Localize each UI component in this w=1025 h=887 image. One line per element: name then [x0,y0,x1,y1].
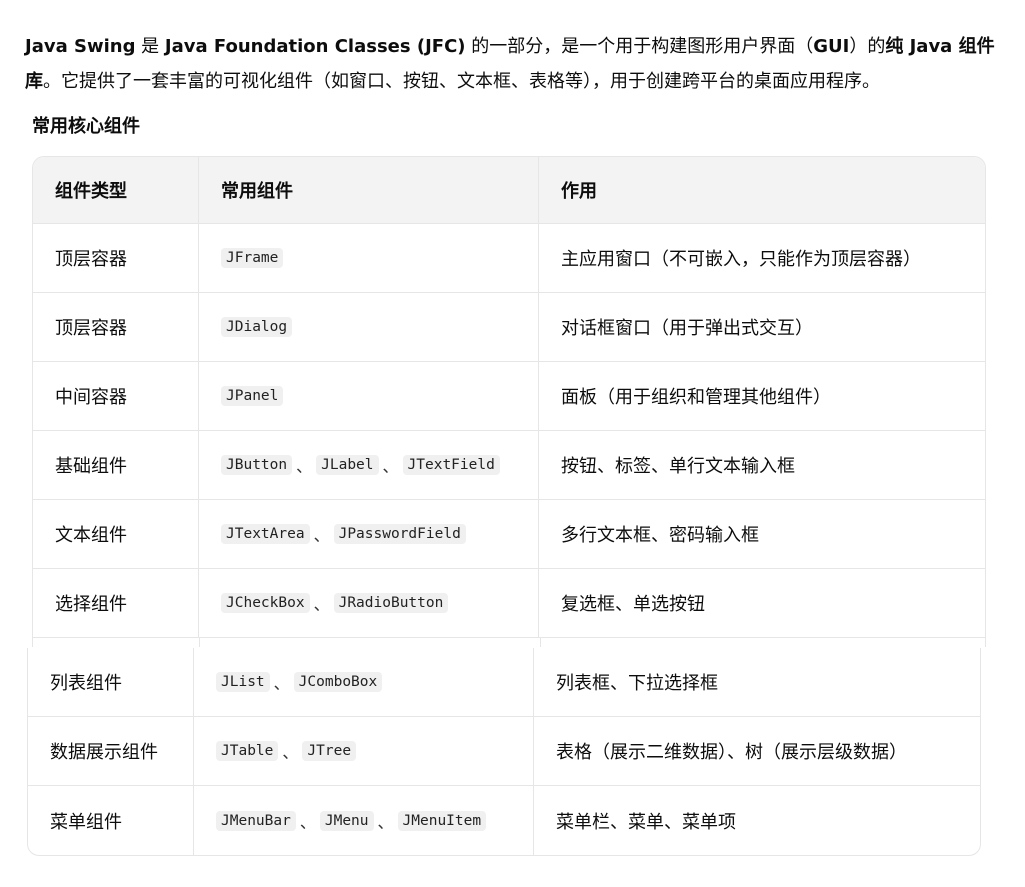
cell-purpose: 列表框、下拉选择框 [556,673,718,694]
section-title: 常用核心组件 [32,116,140,137]
cell-purpose: 多行文本框、密码输入框 [561,525,759,546]
cell-components: JTextArea、 JPasswordField [199,500,539,568]
partial-cell [33,638,200,647]
intro-text-4: 。它提供了一套丰富的可视化组件（如窗口、按钮、文本框、表格等），用于创建跨平台的… [43,71,880,92]
component-code: JTextArea [221,524,310,544]
component-code: JLabel [316,455,379,475]
cell-type: 顶层容器 [33,293,199,361]
table-row: 菜单组件 JMenuBar、 JMenu、 JMenuItem 菜单栏、菜单、菜单项 [28,786,980,855]
header-type: 组件类型 [33,157,199,223]
separator: 、 [299,812,316,832]
partial-cell [541,638,985,647]
cell-components: JButton、 JLabel、 JTextField [199,431,539,499]
component-code: JRadioButton [333,593,449,613]
component-code: JPanel [221,386,284,406]
separator: 、 [273,674,290,693]
separator: 、 [296,457,313,476]
cell-type: 顶层容器 [33,224,199,292]
cell-purpose: 主应用窗口（不可嵌入，只能作为顶层容器） [561,249,921,270]
table-row: 文本组件 JTextArea、 JPasswordField 多行文本框、密码输入框 [33,500,985,569]
table-row: 选择组件 JCheckBox、 JRadioButton 复选框、单选按钮 [33,569,985,638]
cell-type: 中间容器 [33,362,199,430]
component-code: JMenu [319,810,374,831]
table-row: 顶层容器 JFrame 主应用窗口（不可嵌入，只能作为顶层容器） [33,224,985,293]
separator: 、 [282,743,299,762]
table-row: 列表组件 JList、 JComboBox 列表框、下拉选择框 [28,648,980,717]
component-code: JPasswordField [333,524,466,544]
component-code: JTable [216,741,279,761]
cell-purpose: 表格（展示二维数据）、树（展示层级数据） [556,742,907,763]
intro-jfc: Java Foundation Classes (JFC) [164,36,466,57]
components-table-top: 组件类型 常用组件 作用 顶层容器 JFrame 主应用窗口（不可嵌入，只能作为顶层… [32,156,986,647]
component-code: JTextField [402,455,500,475]
table-row: 基础组件 JButton、 JLabel、 JTextField 按钮、标签、单行文本输… [33,431,985,500]
intro-swing: Java Swing [25,36,136,57]
component-code: JMenuBar [216,810,296,831]
cell-purpose: 按钮、标签、单行文本输入框 [561,456,795,477]
component-code: JFrame [221,248,284,268]
cell-components: JList、 JComboBox [194,648,534,716]
separator: 、 [377,812,394,832]
cell-components: JDialog [199,293,539,361]
cell-type: 列表组件 [28,648,194,716]
cell-type: 基础组件 [33,431,199,499]
table-row: 顶层容器 JDialog 对话框窗口（用于弹出式交互） [33,293,985,362]
intro-text-3: ）的 [849,36,886,57]
cell-components: JCheckBox、 JRadioButton [199,569,539,637]
cell-components: JMenuBar、 JMenu、 JMenuItem [194,786,534,855]
separator: 、 [382,457,399,476]
cell-components: JTable、 JTree [194,717,534,785]
component-code: JButton [221,455,293,475]
component-code: JMenuItem [397,810,487,831]
cell-purpose: 面板（用于组织和管理其他组件） [561,387,831,408]
intro-paragraph: Java Swing 是 Java Foundation Classes (JF… [25,29,1015,99]
table-row: 数据展示组件 JTable、 JTree 表格（展示二维数据）、树（展示层级数据） [28,717,980,786]
separator: 、 [313,595,330,614]
table-row: 中间容器 JPanel 面板（用于组织和管理其他组件） [33,362,985,431]
cell-type: 菜单组件 [28,786,194,855]
header-components: 常用组件 [199,157,539,223]
cell-purpose: 复选框、单选按钮 [561,594,705,615]
partial-cell [200,638,541,647]
cell-components: JFrame [199,224,539,292]
intro-text-1: 是 [135,36,165,57]
cell-purpose: 对话框窗口（用于弹出式交互） [561,318,813,339]
intro-text-2: 的一部分，是一个用于构建图形用户界面（ [465,36,814,57]
component-code: JTree [302,741,357,761]
cell-type: 文本组件 [33,500,199,568]
intro-gui: GUI [813,36,850,57]
header-purpose: 作用 [561,181,597,202]
table-header-row: 组件类型 常用组件 作用 [33,157,985,224]
cell-type: 数据展示组件 [28,717,194,785]
component-code: JComboBox [293,672,383,692]
cell-type: 选择组件 [33,569,199,637]
components-table-bottom: 列表组件 JList、 JComboBox 列表框、下拉选择框 数据展示组件 JTable… [27,648,981,856]
component-code: JCheckBox [221,593,310,613]
cell-components: JPanel [199,362,539,430]
component-code: JList [216,672,270,692]
cell-purpose: 菜单栏、菜单、菜单项 [556,811,736,833]
component-code: JDialog [221,317,293,337]
partial-row-stub [33,638,985,647]
separator: 、 [313,526,330,545]
